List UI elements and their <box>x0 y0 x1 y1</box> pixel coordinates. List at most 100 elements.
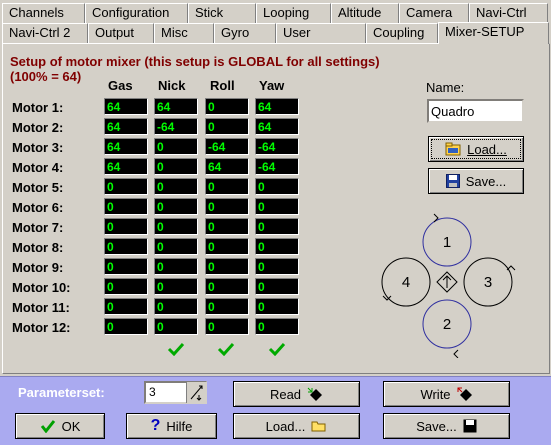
tab-row-2: Navi-Ctrl 2 Output Misc Gyro User Coupli… <box>2 22 549 44</box>
motor-12-gas-field[interactable]: 0 <box>104 318 148 335</box>
motor-3-nick-field[interactable]: 0 <box>154 138 198 155</box>
tab-output[interactable]: Output <box>88 23 154 43</box>
motor-4-yaw-field[interactable]: -64 <box>255 158 299 175</box>
tab-navi-ctrl[interactable]: Navi-Ctrl <box>469 3 548 23</box>
motor-10-nick-field[interactable]: 0 <box>154 278 198 295</box>
ok-button[interactable]: OK <box>15 413 105 439</box>
motor-8-gas-field[interactable]: 0 <box>104 238 148 255</box>
motor-7-nick-field[interactable]: 0 <box>154 218 198 235</box>
mixer-save-label: Save... <box>465 173 507 189</box>
motor-5-label: Motor 5: <box>12 180 64 195</box>
tab-user[interactable]: User <box>276 23 366 43</box>
motor-6-nick-field[interactable]: 0 <box>154 198 198 215</box>
motor-6-yaw-field[interactable]: 0 <box>255 198 299 215</box>
name-input[interactable] <box>427 99 524 123</box>
motor-6-gas-field[interactable]: 0 <box>104 198 148 215</box>
ok-label: OK <box>61 418 81 434</box>
motor-4-roll-field[interactable]: 64 <box>205 158 249 175</box>
mixer-title-line1: Setup of motor mixer (this setup is GLOB… <box>10 54 380 69</box>
motor-9-yaw-field[interactable]: 0 <box>255 258 299 275</box>
motor-4-nick-field[interactable]: 0 <box>154 158 198 175</box>
tab-looping[interactable]: Looping <box>256 3 331 23</box>
folder-open-icon <box>445 142 461 156</box>
bottom-save-button[interactable]: Save... <box>383 413 510 439</box>
parameterset-label: Parameterset: <box>18 385 105 400</box>
chip-write-icon <box>457 387 472 401</box>
tab-gyro[interactable]: Gyro <box>214 23 276 43</box>
tab-channels[interactable]: Channels <box>2 3 85 23</box>
tab-altitude[interactable]: Altitude <box>331 3 399 23</box>
column-header-yaw: Yaw <box>259 78 285 93</box>
write-label: Write <box>420 386 451 402</box>
tab-stick[interactable]: Stick <box>188 3 256 23</box>
tab-row-1: Channels Configuration Stick Looping Alt… <box>2 3 548 23</box>
motor-8-roll-field[interactable]: 0 <box>205 238 249 255</box>
motor-2-roll-field[interactable]: 0 <box>205 118 249 135</box>
mixer-title-line2: (100% = 64) <box>10 69 82 84</box>
motor-11-nick-field[interactable]: 0 <box>154 298 198 315</box>
check-icon <box>217 342 235 356</box>
motor-10-roll-field[interactable]: 0 <box>205 278 249 295</box>
motor-2-nick-field[interactable]: -64 <box>154 118 198 135</box>
motor-6-roll-field[interactable]: 0 <box>205 198 249 215</box>
motor-3-gas-field[interactable]: 64 <box>104 138 148 155</box>
check-icon <box>40 420 55 433</box>
column-header-roll: Roll <box>210 78 235 93</box>
motor-5-nick-field[interactable]: 0 <box>154 178 198 195</box>
motor-1-gas-field[interactable]: 64 <box>104 98 148 115</box>
help-button[interactable]: ? Hilfe <box>126 413 217 439</box>
name-label: Name: <box>426 80 465 95</box>
motor-12-yaw-field[interactable]: 0 <box>255 318 299 335</box>
motor-2-yaw-field[interactable]: 64 <box>255 118 299 135</box>
tab-misc[interactable]: Misc <box>154 23 214 43</box>
read-button[interactable]: Read <box>233 381 360 407</box>
motor-3-label: Motor 3: <box>12 140 64 155</box>
help-label: Hilfe <box>166 418 193 434</box>
read-label: Read <box>269 386 302 402</box>
motor-11-roll-field[interactable]: 0 <box>205 298 249 315</box>
motor-4-gas-field[interactable]: 64 <box>104 158 148 175</box>
motor-11-gas-field[interactable]: 0 <box>104 298 148 315</box>
motor-5-gas-field[interactable]: 0 <box>104 178 148 195</box>
motor-11-yaw-field[interactable]: 0 <box>255 298 299 315</box>
parameterset-value: 3 <box>149 385 156 399</box>
motor-12-nick-field[interactable]: 0 <box>154 318 198 335</box>
mixer-load-button[interactable]: Load... <box>428 136 524 162</box>
bottom-load-button[interactable]: Load... <box>233 413 360 439</box>
motor-7-yaw-field[interactable]: 0 <box>255 218 299 235</box>
motor-10-label: Motor 10: <box>12 280 71 295</box>
motor-1-yaw-field[interactable]: 64 <box>255 98 299 115</box>
column-header-nick: Nick <box>158 78 186 93</box>
tab-coupling[interactable]: Coupling <box>366 23 438 43</box>
motor-3-yaw-field[interactable]: -64 <box>255 138 299 155</box>
motor-7-roll-field[interactable]: 0 <box>205 218 249 235</box>
motor-7-gas-field[interactable]: 0 <box>104 218 148 235</box>
motor-6-label: Motor 6: <box>12 200 64 215</box>
motor-1-nick-field[interactable]: 64 <box>154 98 198 115</box>
tab-configuration[interactable]: Configuration <box>85 3 188 23</box>
motor-3-roll-field[interactable]: -64 <box>205 138 249 155</box>
motor-layout-diagram: 1 2 3 4 <box>381 213 516 358</box>
motor-2-label: 2 <box>443 316 451 333</box>
motor-8-yaw-field[interactable]: 0 <box>255 238 299 255</box>
motor-8-nick-field[interactable]: 0 <box>154 238 198 255</box>
motor-5-yaw-field[interactable]: 0 <box>255 178 299 195</box>
write-button[interactable]: Write <box>383 381 510 407</box>
motor-10-yaw-field[interactable]: 0 <box>255 278 299 295</box>
motor-12-roll-field[interactable]: 0 <box>205 318 249 335</box>
motor-9-nick-field[interactable]: 0 <box>154 258 198 275</box>
motor-9-roll-field[interactable]: 0 <box>205 258 249 275</box>
tab-mixer-setup[interactable]: Mixer-SETUP <box>438 22 549 44</box>
tab-camera[interactable]: Camera <box>399 3 469 23</box>
mixer-load-label: Load... <box>467 141 507 157</box>
chip-read-icon <box>307 387 323 401</box>
motor-9-label: Motor 9: <box>12 260 64 275</box>
motor-10-gas-field[interactable]: 0 <box>104 278 148 295</box>
motor-5-roll-field[interactable]: 0 <box>205 178 249 195</box>
mixer-save-button[interactable]: Save... <box>428 168 524 194</box>
motor-9-gas-field[interactable]: 0 <box>104 258 148 275</box>
tab-navi-ctrl-2[interactable]: Navi-Ctrl 2 <box>2 23 88 43</box>
parameterset-spin-buttons[interactable] <box>186 382 206 403</box>
motor-1-roll-field[interactable]: 0 <box>205 98 249 115</box>
motor-2-gas-field[interactable]: 64 <box>104 118 148 135</box>
